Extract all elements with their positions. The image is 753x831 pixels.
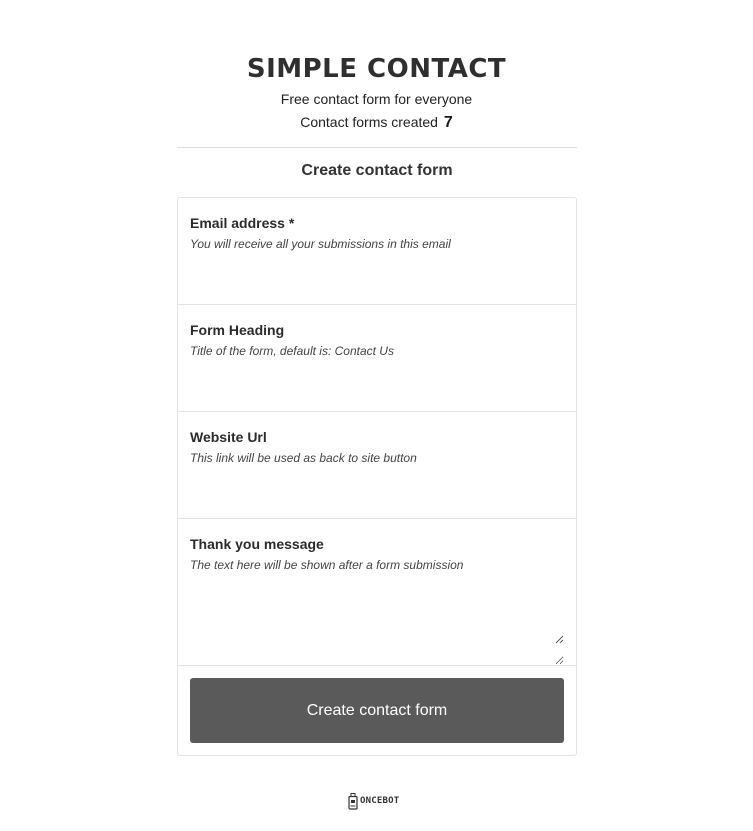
contact-form-card: Email address * You will receive all you… bbox=[177, 197, 577, 756]
form-heading-input[interactable] bbox=[190, 365, 564, 401]
forms-created-counter: Contact forms created 7 bbox=[0, 112, 753, 133]
email-input[interactable] bbox=[190, 258, 564, 294]
form-heading-field-group: Form Heading Title of the form, default … bbox=[178, 305, 576, 412]
footer-logo[interactable]: ONCEBOT bbox=[348, 792, 399, 810]
robot-bottle-icon bbox=[348, 792, 358, 810]
create-contact-form-button[interactable]: Create contact form bbox=[190, 678, 564, 743]
email-field-group: Email address * You will receive all you… bbox=[178, 198, 576, 305]
form-heading-hint: Title of the form, default is: Contact U… bbox=[190, 344, 394, 358]
thank-you-textarea[interactable] bbox=[190, 579, 564, 665]
email-hint: You will receive all your submissions in… bbox=[190, 237, 451, 251]
site-title: SIMPLE CONTACT bbox=[246, 54, 507, 84]
thank-you-field-group: Thank you message The text here will be … bbox=[178, 519, 576, 666]
header-divider bbox=[177, 147, 577, 148]
submit-area: Create contact form bbox=[178, 666, 576, 755]
thank-you-label: Thank you message bbox=[190, 536, 324, 552]
tagline: Free contact form for everyone bbox=[280, 91, 473, 107]
counter-value: 7 bbox=[443, 114, 453, 131]
thank-you-hint: The text here will be shown after a form… bbox=[190, 558, 464, 572]
website-url-input[interactable] bbox=[190, 472, 564, 508]
form-heading-label: Form Heading bbox=[190, 322, 285, 338]
website-url-label: Website Url bbox=[190, 429, 267, 445]
resize-grip-icon[interactable] bbox=[555, 635, 564, 644]
email-label: Email address * bbox=[190, 215, 295, 231]
website-url-field-group: Website Url This link will be used as ba… bbox=[178, 412, 576, 519]
brand-name: ONCEBOT bbox=[360, 796, 400, 806]
section-title: Create contact form bbox=[301, 162, 453, 179]
counter-label: Contact forms created bbox=[300, 114, 438, 130]
page: SIMPLE CONTACT Free contact form for eve… bbox=[0, 0, 753, 831]
website-url-hint: This link will be used as back to site b… bbox=[190, 451, 417, 465]
